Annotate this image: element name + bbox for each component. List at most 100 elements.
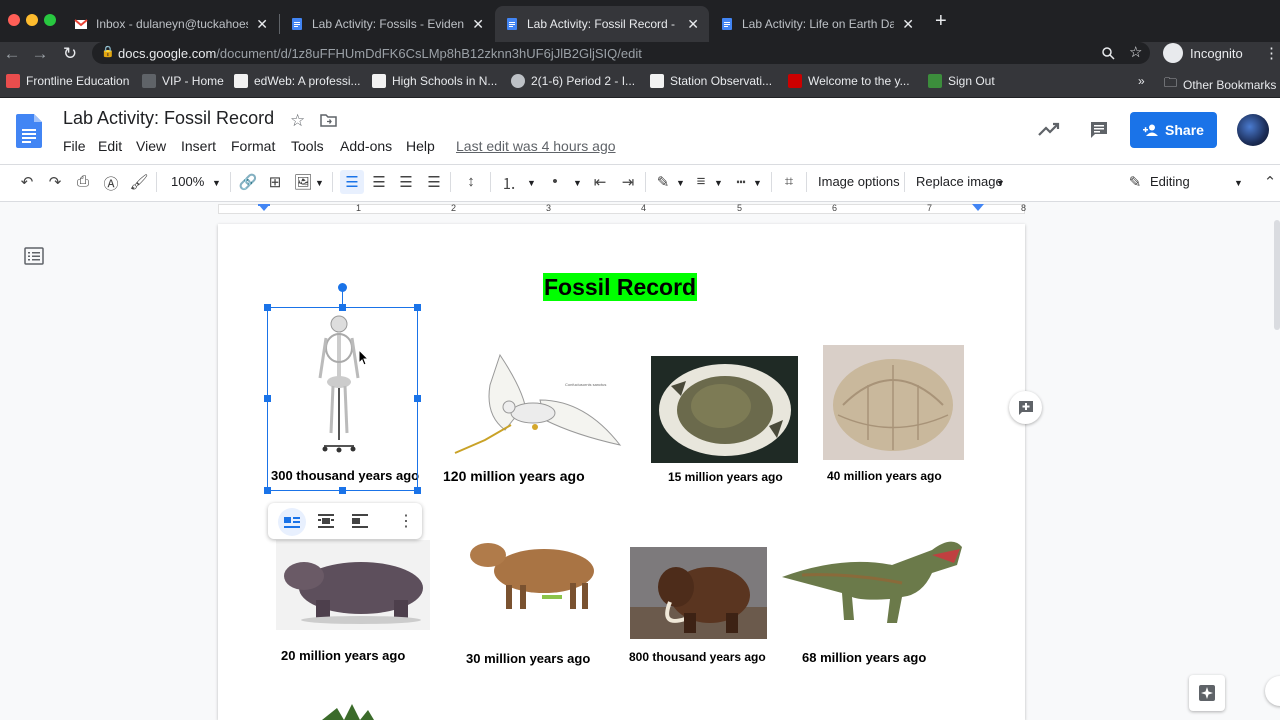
replace-image-button[interactable]: Replace image [916,174,1003,189]
resize-handle-sw[interactable] [264,487,271,494]
editing-mode-select[interactable]: Editing [1150,174,1190,189]
undo-icon[interactable]: ↶ [16,173,38,191]
page-title[interactable]: Fossil Record [543,273,698,301]
close-tab-icon[interactable]: ✕ [256,16,268,33]
collapse-toolbar-icon[interactable]: ⌃ [1259,173,1280,191]
bookmark-item[interactable]: Station Observati... [650,74,772,88]
bookmark-item[interactable]: Frontline Education [6,74,129,88]
explore-button[interactable] [1189,675,1225,711]
chevron-down-icon[interactable]: ▼ [676,178,685,188]
forward-icon[interactable]: → [28,44,52,64]
address-bar[interactable]: 🔒 docs.google.com/document/d/1z8uFFHUmDd… [92,42,1150,64]
document-title[interactable]: Lab Activity: Fossil Record [63,108,274,129]
bookmark-item[interactable]: 2(1-6) Period 2 - I... [511,74,635,88]
link-icon[interactable]: 🔗 [237,173,259,191]
menu-tools[interactable]: Tools [291,138,324,154]
browser-tab-fossils-evidence[interactable]: Lab Activity: Fossils - Evidence ✕ [280,6,494,42]
document-outline-icon[interactable] [24,247,44,265]
align-left-icon[interactable]: ☰ [341,173,363,191]
chevron-down-icon[interactable]: ▼ [527,178,536,188]
resize-handle-nw[interactable] [264,304,271,311]
bookmark-star-icon[interactable]: ☆ [1129,43,1142,61]
menu-add-ons[interactable]: Add-ons [340,138,392,154]
bookmark-item[interactable]: Sign Out [928,74,995,88]
chevron-down-icon[interactable]: ▼ [573,178,582,188]
redo-icon[interactable]: ↷ [44,173,66,191]
border-weight-icon[interactable]: ≡ [690,173,712,190]
menu-insert[interactable]: Insert [181,138,216,154]
browser-tab-life-on-earth[interactable]: Lab Activity: Life on Earth Data ✕ [710,6,924,42]
star-icon[interactable]: ☆ [290,111,305,131]
chrome-menu-icon[interactable]: ⋮ [1264,44,1279,62]
resize-handle-e[interactable] [414,395,421,402]
reload-icon[interactable]: ↻ [58,44,82,64]
bookmark-item[interactable]: High Schools in N... [372,74,497,88]
resize-handle-ne[interactable] [414,304,421,311]
add-comment-button[interactable] [1009,391,1042,424]
comment-history-icon[interactable] [1089,120,1109,140]
close-tab-icon[interactable]: ✕ [902,16,914,33]
align-right-icon[interactable]: ☰ [395,173,417,191]
side-panel-toggle[interactable] [1265,676,1280,706]
break-text-icon[interactable] [352,514,368,528]
close-tab-icon[interactable]: ✕ [687,16,699,33]
bookmark-item[interactable]: VIP - Home [142,74,224,88]
image-options-button[interactable]: Image options [818,174,900,189]
incognito-label[interactable]: Incognito [1190,46,1243,61]
plant-fossil-image[interactable] [312,702,402,720]
decrease-indent-icon[interactable]: ⇤ [589,173,611,191]
numbered-list-icon[interactable]: ⒈ [498,173,520,194]
vertical-scrollbar[interactable] [1274,220,1280,330]
back-icon[interactable]: ← [0,44,24,64]
last-edit-link[interactable]: Last edit was 4 hours ago [456,138,616,154]
zoom-icon[interactable] [1101,46,1115,60]
minimize-window-button[interactable] [26,14,38,26]
account-avatar[interactable] [1237,114,1269,146]
bookmark-item[interactable]: Welcome to the y... [788,74,910,88]
more-options-icon[interactable]: ⋮ [398,511,414,531]
move-folder-icon[interactable] [320,113,337,127]
chevron-down-icon[interactable]: ▼ [1234,178,1243,188]
resize-handle-n[interactable] [339,304,346,311]
inline-wrap-icon[interactable] [284,514,300,528]
align-center-icon[interactable]: ☰ [368,173,390,191]
print-icon[interactable]: ⎙ [72,173,94,190]
activity-trend-icon[interactable] [1038,121,1060,137]
chevron-down-icon[interactable]: ▼ [714,178,723,188]
first-line-indent-marker[interactable] [258,204,270,206]
close-tab-icon[interactable]: ✕ [472,16,484,33]
border-color-icon[interactable]: ✎ [652,173,674,191]
menu-view[interactable]: View [136,138,166,154]
new-tab-button[interactable]: + [935,10,947,33]
browser-tab-fossil-record[interactable]: Lab Activity: Fossil Record - Google Doc… [495,6,709,42]
tapir-image[interactable] [466,533,603,613]
menu-help[interactable]: Help [406,138,435,154]
chevron-down-icon[interactable]: ▼ [315,178,324,188]
docs-logo-icon[interactable] [16,114,42,148]
close-window-button[interactable] [8,14,20,26]
right-indent-marker[interactable] [972,204,984,211]
crop-icon[interactable]: ⌗ [778,173,800,190]
fossil-rock-image[interactable] [651,356,798,463]
increase-indent-icon[interactable]: ⇥ [617,173,639,191]
line-spacing-icon[interactable]: ↕ [460,173,482,190]
chevron-down-icon[interactable]: ▼ [212,178,221,188]
browser-tab-inbox[interactable]: Inbox - dulaneyn@tuckahoeschools.org ✕ [64,6,278,42]
resize-handle-se[interactable] [414,487,421,494]
share-button[interactable]: Share [1130,112,1217,148]
mammoth-image[interactable] [630,547,767,639]
t-rex-image[interactable] [782,525,965,627]
menu-format[interactable]: Format [231,138,275,154]
wrap-text-icon[interactable] [318,514,334,528]
rotate-handle[interactable] [338,283,347,292]
bulleted-list-icon[interactable]: • [544,173,566,190]
zoom-select[interactable]: 100% [171,174,204,189]
chevron-down-icon[interactable]: ▼ [753,178,762,188]
justify-icon[interactable]: ☰ [423,173,445,191]
resize-handle-s[interactable] [339,487,346,494]
spellcheck-icon[interactable]: Ⓐ [100,173,122,194]
menu-file[interactable]: File [63,138,86,154]
hippo-image[interactable] [276,540,430,630]
menu-edit[interactable]: Edit [98,138,122,154]
paint-format-icon[interactable]: 🖌 [128,173,150,191]
